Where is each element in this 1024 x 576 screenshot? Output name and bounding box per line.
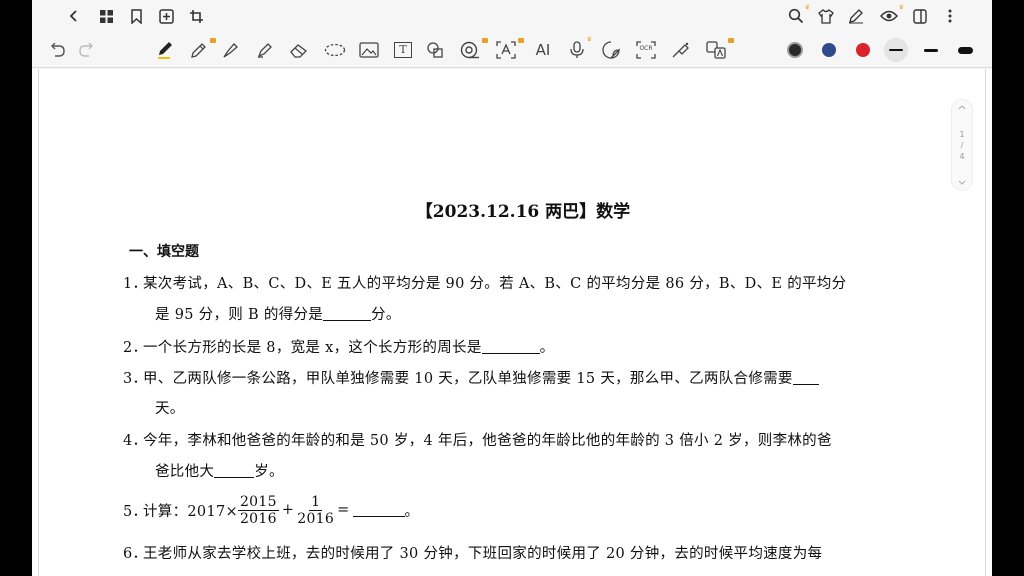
- highlighter-icon[interactable]: [252, 32, 278, 68]
- question-1: 1．某次考试，A、B、C、D、E 五人的平均分是 90 分。若 A、B、C 的平…: [123, 272, 846, 293]
- add-page-icon[interactable]: [154, 0, 178, 32]
- section-heading: 一、填空题: [129, 244, 199, 260]
- question-6: 6．王老师从家去学校上班，去的时候用了 30 分钟，下班回家的时候用了 20 分…: [123, 542, 822, 563]
- pencil-tool-icon[interactable]: [186, 32, 216, 68]
- question-text: 天。: [155, 401, 185, 417]
- question-4: 4．今年，李林和他爸爸的年龄的和是 50 岁，4 年后，他爸爸的年龄比他的年龄的…: [123, 429, 832, 450]
- question-number: 4．: [123, 433, 148, 449]
- shirt-icon[interactable]: [814, 0, 838, 32]
- pen-tool-icon[interactable]: [152, 32, 178, 68]
- text-box-label: T: [394, 42, 412, 58]
- search-icon[interactable]: ♛: [784, 0, 810, 32]
- question-text: 岁。: [254, 464, 284, 480]
- question-text: 今年，李林和他爸爸的年龄的和是 50 岁，4 年后，他爸爸的年龄比他的年龄的 3…: [143, 433, 832, 449]
- shapes-icon[interactable]: [422, 32, 448, 68]
- numerator: 2015: [237, 493, 279, 511]
- page-total: 4: [959, 151, 965, 161]
- numerator: 1: [309, 493, 323, 511]
- color-blue-swatch[interactable]: [818, 32, 840, 68]
- question-text: 计算：2017×: [143, 503, 238, 520]
- grid-icon[interactable]: [94, 0, 118, 32]
- document-page[interactable]: 1 / 4 【2023.12.16 两巴】数学 一、填空题 1．某次考试，A、B…: [38, 69, 986, 576]
- question-text: 。: [539, 340, 555, 356]
- undo-icon[interactable]: [44, 32, 70, 68]
- question-text: 甲、乙两队修一条公路，甲队单独修需要 10 天，乙队单独修需要 15 天，那么甲…: [143, 371, 793, 387]
- denominator: 2016: [239, 510, 277, 527]
- answer-blank[interactable]: [214, 464, 255, 478]
- app-window: ♛ ♛ T AI ♛ OCR 1 / 4 【2023.12.16 两巴】数学 一…: [32, 0, 992, 576]
- question-number: 1．: [123, 276, 148, 292]
- equals-sign: =: [337, 502, 350, 518]
- question-text: 一个长方形的长是 8，宽是 x，这个长方形的周长是: [143, 340, 482, 356]
- sidebar-icon[interactable]: [908, 0, 932, 32]
- document-title: 【2023.12.16 两巴】数学: [415, 202, 631, 222]
- denominator: 2016: [297, 510, 335, 527]
- question-number: 2．: [123, 340, 148, 356]
- image-icon[interactable]: [356, 32, 382, 68]
- redo-icon[interactable]: [74, 32, 100, 68]
- eye-icon[interactable]: ♛: [876, 0, 904, 32]
- question-2: 2．一个长方形的长是 8，宽是 x，这个长方形的周长是 。: [123, 336, 554, 357]
- sticker-icon[interactable]: [598, 32, 624, 68]
- color-red-swatch[interactable]: [852, 32, 874, 68]
- pen-settings-icon[interactable]: [844, 0, 868, 32]
- page-current: 1: [959, 129, 965, 139]
- question-3-cont: 天。: [155, 397, 185, 418]
- question-3: 3．甲、乙两队修一条公路，甲队单独修需要 10 天，乙队单独修需要 15 天，那…: [123, 367, 819, 388]
- question-text: 爸比他大: [155, 464, 215, 480]
- document-viewport[interactable]: 1 / 4 【2023.12.16 两巴】数学 一、填空题 1．某次考试，A、B…: [32, 69, 992, 576]
- microphone-icon[interactable]: ♛: [564, 32, 592, 68]
- question-text: 分。: [371, 307, 401, 323]
- page-separator: /: [960, 140, 964, 150]
- back-icon[interactable]: [62, 0, 86, 32]
- question-number: 5．: [123, 503, 148, 520]
- eraser-icon[interactable]: [286, 32, 312, 68]
- question-text: 是 95 分，则 B 的得分是: [155, 307, 324, 323]
- tape-icon[interactable]: [456, 32, 488, 68]
- answer-blank[interactable]: [352, 503, 405, 517]
- top-bar: ♛ ♛: [32, 0, 992, 32]
- stroke-thick-option[interactable]: [952, 32, 978, 68]
- ocr-icon[interactable]: OCR: [632, 32, 660, 68]
- stroke-thin-option[interactable]: [882, 32, 910, 68]
- question-4-cont: 爸比他大 岁。: [155, 460, 284, 481]
- question-5: 5． 计算：2017× 2015 2016 + 1 2016 = 。: [123, 487, 419, 533]
- crop-icon[interactable]: [184, 0, 208, 32]
- more-icon[interactable]: [938, 0, 962, 32]
- translate-icon[interactable]: [702, 32, 734, 68]
- ocr-label: OCR: [639, 45, 653, 52]
- question-text: 王老师从家去学校上班，去的时候用了 30 分钟，下班回家的时候用了 20 分钟，…: [143, 546, 823, 562]
- question-1-cont: 是 95 分，则 B 的得分是 分。: [155, 303, 401, 324]
- question-number: 6．: [123, 546, 148, 562]
- chevron-down-icon[interactable]: [958, 180, 966, 186]
- stroke-medium-option[interactable]: [918, 32, 944, 68]
- question-number: 3．: [123, 371, 148, 387]
- fountain-pen-icon[interactable]: [218, 32, 244, 68]
- text-box-icon[interactable]: T: [390, 32, 416, 68]
- page-scroller[interactable]: 1 / 4: [951, 99, 973, 191]
- question-text: 。: [404, 503, 420, 520]
- ai-button[interactable]: AI: [530, 32, 556, 68]
- plus-sign: +: [281, 502, 295, 518]
- answer-blank[interactable]: [792, 371, 819, 385]
- answer-blank[interactable]: [481, 340, 540, 354]
- fraction: 2015 2016: [237, 493, 279, 527]
- bookmark-icon[interactable]: [124, 0, 148, 32]
- question-text: 某次考试，A、B、C、D、E 五人的平均分是 90 分。若 A、B、C 的平均分…: [143, 276, 847, 292]
- laser-pointer-icon[interactable]: [668, 32, 694, 68]
- page-indicator: 1 / 4: [959, 129, 964, 162]
- color-black-swatch[interactable]: [784, 32, 806, 68]
- drawing-toolbar: T AI ♛ OCR: [32, 32, 992, 68]
- chevron-up-icon[interactable]: [958, 104, 966, 110]
- answer-blank[interactable]: [323, 307, 372, 321]
- fraction: 1 2016: [297, 494, 334, 527]
- text-recognition-icon[interactable]: [492, 32, 524, 68]
- lasso-icon[interactable]: [322, 32, 348, 68]
